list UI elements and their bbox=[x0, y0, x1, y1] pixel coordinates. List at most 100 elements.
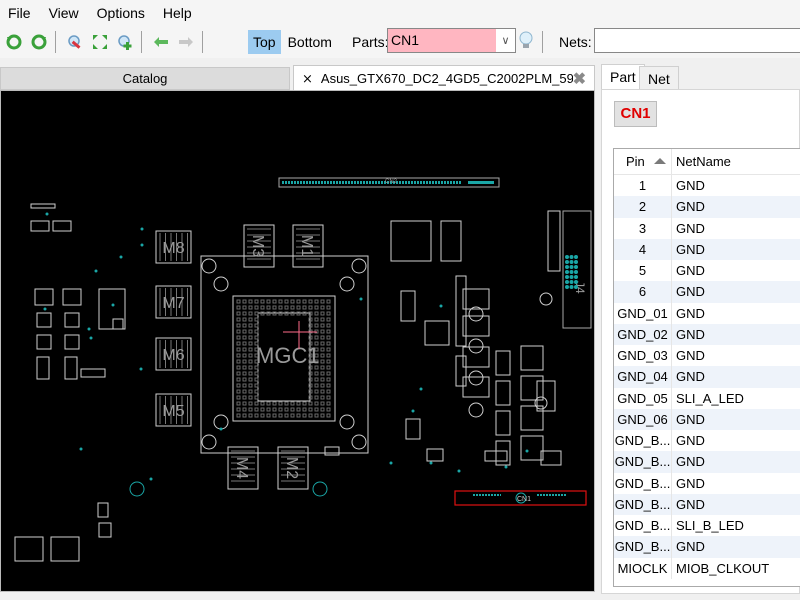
component[interactable] bbox=[520, 435, 544, 461]
menu-options[interactable]: Options bbox=[88, 0, 154, 26]
table-row[interactable]: GND_B... GND bbox=[614, 472, 800, 494]
table-row[interactable]: GND_B... GND bbox=[614, 451, 800, 473]
component[interactable] bbox=[324, 446, 340, 456]
component[interactable] bbox=[462, 346, 490, 368]
component[interactable] bbox=[400, 290, 416, 322]
table-row[interactable]: 3 GND bbox=[614, 217, 800, 239]
memory-chip-m3[interactable]: M3 bbox=[243, 224, 275, 268]
component[interactable] bbox=[30, 220, 50, 232]
component[interactable] bbox=[426, 448, 444, 462]
menu-help[interactable]: Help bbox=[154, 0, 201, 26]
column-pin[interactable]: Pin bbox=[614, 149, 672, 174]
component[interactable] bbox=[547, 210, 561, 272]
fit-icon[interactable] bbox=[89, 31, 111, 53]
toolbar-separator bbox=[141, 31, 142, 53]
menu-view[interactable]: View bbox=[40, 0, 88, 26]
table-row[interactable]: GND_B... GND bbox=[614, 430, 800, 452]
part-name-badge: CN1 bbox=[614, 101, 657, 127]
m3-label: M3 bbox=[249, 235, 266, 257]
component[interactable] bbox=[64, 312, 80, 328]
memory-chip-m6[interactable]: M6 bbox=[155, 337, 192, 371]
table-row[interactable]: GND_01 GND bbox=[614, 302, 800, 324]
component[interactable] bbox=[112, 318, 124, 330]
component[interactable] bbox=[462, 376, 490, 398]
close-icon[interactable]: ✖ bbox=[573, 69, 586, 89]
component[interactable] bbox=[62, 288, 82, 306]
component[interactable] bbox=[14, 536, 44, 562]
table-row[interactable]: 6 GND bbox=[614, 281, 800, 303]
memory-chip-m1[interactable]: M1 bbox=[292, 224, 324, 268]
column-netname[interactable]: NetName bbox=[672, 149, 800, 174]
component[interactable] bbox=[98, 288, 126, 330]
netname-cell: GND bbox=[676, 241, 705, 257]
table-row[interactable]: GND_02 GND bbox=[614, 323, 800, 345]
component[interactable] bbox=[50, 536, 80, 562]
table-row[interactable]: 2 GND bbox=[614, 196, 800, 218]
component[interactable] bbox=[520, 375, 544, 401]
component[interactable] bbox=[36, 334, 52, 350]
layer-top-button[interactable]: Top bbox=[248, 30, 281, 54]
component[interactable] bbox=[64, 334, 80, 350]
rotate-right-icon[interactable] bbox=[28, 31, 50, 53]
component[interactable] bbox=[52, 220, 72, 232]
component[interactable] bbox=[495, 410, 511, 436]
table-row[interactable]: 1 GND bbox=[614, 175, 800, 197]
pcb-board-view[interactable]: CN2 MGC1 M8M7M6M5M3 M1M4 M2 CN1 J4 bbox=[1, 91, 595, 592]
table-row[interactable]: GND_B... SLI_B_LED bbox=[614, 515, 800, 537]
netname-cell: GND bbox=[676, 475, 705, 491]
component[interactable] bbox=[495, 350, 511, 376]
table-row[interactable]: GND_B... GND bbox=[614, 493, 800, 515]
component[interactable] bbox=[34, 288, 54, 306]
forward-arrow-icon[interactable] bbox=[175, 31, 197, 53]
component[interactable] bbox=[540, 450, 562, 466]
component[interactable] bbox=[462, 315, 490, 337]
cn1-label: CN1 bbox=[517, 496, 531, 503]
zoom-in-icon[interactable] bbox=[114, 31, 136, 53]
m5-label: M5 bbox=[162, 403, 184, 420]
memory-chip-m8[interactable]: M8 bbox=[155, 230, 192, 264]
tab-catalog[interactable]: Catalog bbox=[0, 67, 290, 90]
lightbulb-icon[interactable] bbox=[518, 31, 534, 54]
component[interactable] bbox=[440, 220, 462, 262]
layer-bottom-button[interactable]: Bottom bbox=[283, 30, 337, 54]
component[interactable] bbox=[36, 312, 52, 328]
component[interactable] bbox=[405, 418, 421, 440]
component[interactable] bbox=[64, 356, 78, 380]
menu-file[interactable]: File bbox=[0, 0, 40, 26]
parts-combobox[interactable]: CN1 ∨ bbox=[387, 28, 516, 53]
table-row[interactable]: GND_03 GND bbox=[614, 345, 800, 367]
memory-chip-m7[interactable]: M7 bbox=[155, 285, 192, 319]
table-row[interactable]: GND_06 GND bbox=[614, 408, 800, 430]
parts-combobox-value[interactable]: CN1 bbox=[388, 29, 496, 52]
zoom-out-icon[interactable] bbox=[64, 31, 86, 53]
component[interactable] bbox=[98, 522, 112, 538]
component[interactable] bbox=[80, 368, 106, 378]
component[interactable] bbox=[495, 380, 511, 406]
table-row[interactable]: 5 GND bbox=[614, 260, 800, 282]
component[interactable] bbox=[520, 345, 544, 371]
memory-chip-m5[interactable]: M5 bbox=[155, 393, 192, 427]
pin-cell: 3 bbox=[614, 217, 672, 239]
pcb-canvas[interactable]: CN2 MGC1 M8 M7 M6 M5 M3 M1 M4 M2 CN1 J4 bbox=[0, 90, 595, 592]
table-row[interactable]: GND_B... GND bbox=[614, 536, 800, 558]
back-arrow-icon[interactable] bbox=[150, 31, 172, 53]
nets-input[interactable] bbox=[594, 28, 800, 53]
tab-board[interactable]: ⨯ Asus_GTX670_DC2_4GD5_C2002PLM_59Y... ✖ bbox=[293, 65, 595, 91]
table-row[interactable]: MIOCLK MIOB_CLKOUT bbox=[614, 557, 800, 579]
rotate-left-icon[interactable] bbox=[3, 31, 25, 53]
netname-cell: GND bbox=[676, 348, 705, 363]
component[interactable] bbox=[462, 288, 490, 310]
component[interactable] bbox=[30, 203, 56, 209]
component[interactable] bbox=[97, 502, 109, 518]
component[interactable] bbox=[36, 356, 50, 380]
table-row[interactable]: 4 GND bbox=[614, 238, 800, 260]
table-row[interactable]: GND_05 SLI_A_LED bbox=[614, 387, 800, 409]
component[interactable] bbox=[520, 405, 544, 431]
tab-net[interactable]: Net bbox=[639, 66, 679, 90]
netname-cell: MIOB_CLKOUT bbox=[676, 560, 770, 576]
component[interactable] bbox=[455, 355, 467, 387]
chevron-down-icon[interactable]: ∨ bbox=[496, 34, 515, 47]
component[interactable] bbox=[424, 320, 450, 346]
component[interactable] bbox=[390, 220, 432, 262]
table-row[interactable]: GND_04 GND bbox=[614, 366, 800, 388]
